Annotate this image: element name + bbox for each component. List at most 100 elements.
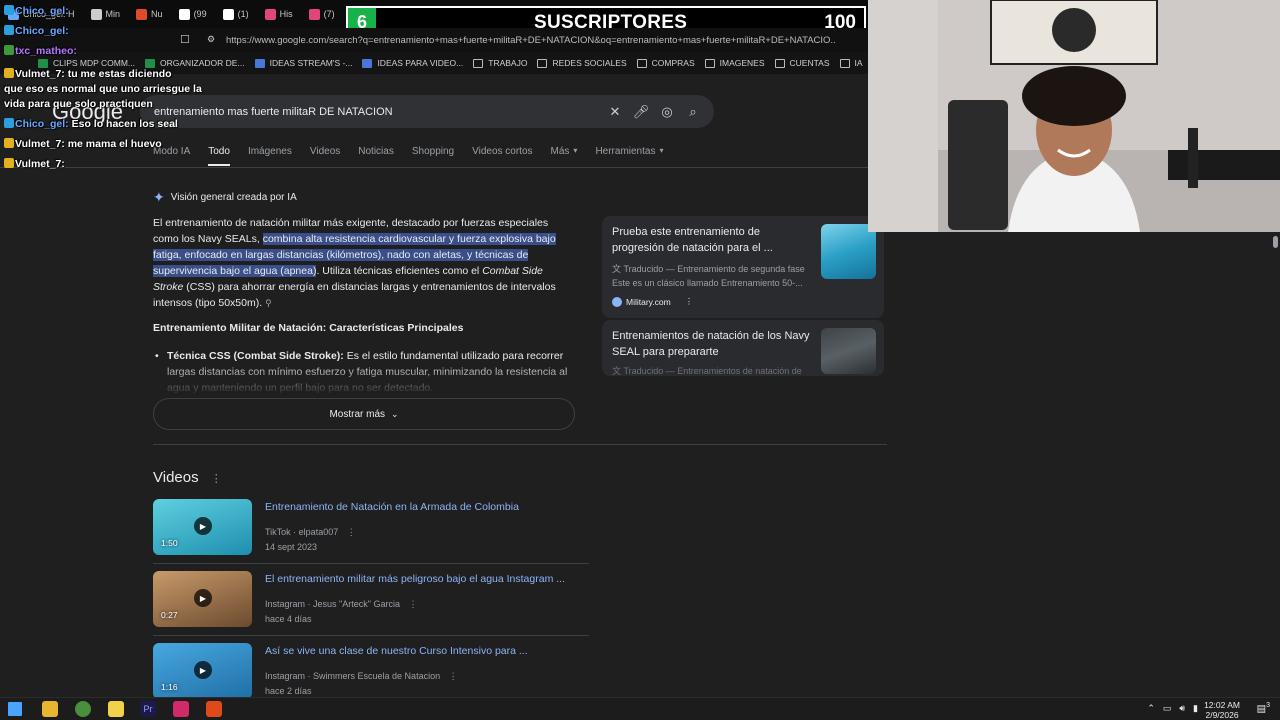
more-options-icon[interactable]: ⋮ (685, 296, 694, 307)
browser-tab[interactable]: (99 (171, 3, 215, 25)
clock[interactable]: 12:02 AM 2/9/2026 (1204, 700, 1240, 720)
ai-overview-header: ✦ Visión general creada por IA (153, 189, 297, 206)
side-card[interactable]: Entrenamientos de natación de los Navy S… (602, 320, 884, 376)
bookmark-item[interactable]: CUENTAS (774, 58, 830, 68)
page-scrollbar[interactable] (1272, 232, 1280, 697)
search-box[interactable]: entrenamiento mas fuerte militaR DE NATA… (140, 95, 714, 128)
play-icon: ▶ (194, 517, 212, 535)
search-tab[interactable]: Herramientas (595, 146, 655, 166)
search-tab[interactable]: Más (551, 146, 570, 166)
video-thumbnail[interactable]: ▶ 0:27 (153, 571, 252, 627)
tab-label: (1) (237, 9, 249, 19)
tab-label: (7) (323, 9, 335, 19)
chat-message: vida para que solo practiquen (4, 97, 153, 111)
folder-icon (473, 58, 484, 68)
search-input[interactable]: entrenamiento mas fuerte militaR DE NATA… (154, 106, 602, 118)
chat-text: tu me estas diciendo (67, 68, 172, 80)
chat-text: que eso es normal que uno arriesgue la (4, 83, 202, 95)
side-card-snippet-text: Traducido — Entrenamientos de natación d… (623, 366, 802, 376)
side-card-title[interactable]: Prueba este entrenamiento de progresión … (612, 224, 812, 256)
video-duration: 1:16 (161, 682, 178, 692)
volume-icon[interactable]: 🔊︎ (1179, 703, 1185, 714)
more-options-icon[interactable]: ⋮ (347, 527, 356, 537)
video-meta: Instagram · Swimmers Escuela de Natacion… (265, 671, 458, 681)
browser-tab[interactable]: (1) (215, 3, 257, 25)
search-tab[interactable]: Videos (310, 146, 340, 166)
link-icon[interactable]: ⚲ (265, 298, 272, 308)
bookmark-item[interactable]: IDEAS PARA VIDEO... (362, 58, 463, 68)
chat-text: me mama el huevo (67, 138, 162, 150)
more-options-icon[interactable]: ⋮ (449, 671, 458, 681)
search-tab[interactable]: Videos cortos (472, 146, 532, 166)
sparkle-icon: ✦ (153, 189, 165, 205)
bookmark-item[interactable]: IDEAS STREAM'S -... (254, 58, 352, 68)
search-tab[interactable]: Todo (208, 146, 230, 166)
bookmark-item[interactable]: REDES SOCIALES (537, 58, 627, 68)
video-date: 14 sept 2023 (265, 542, 318, 552)
side-card-thumbnail (821, 328, 876, 374)
bookmark-item[interactable]: TRABAJO (473, 58, 527, 68)
video-platform: TikTok (265, 527, 291, 537)
browser-tab[interactable]: His (257, 3, 301, 25)
side-card-title[interactable]: Entrenamientos de natación de los Navy S… (612, 328, 812, 360)
search-icon[interactable]: ⌕ (680, 104, 706, 120)
screen: Chico_gel: HMinNu(99(1)His(7)(7)(7)(7)(7… (0, 0, 1280, 720)
browser-tab[interactable]: Nu (128, 3, 171, 25)
microphone-icon[interactable]: 🎤︎ (628, 104, 654, 120)
more-options-icon[interactable]: ⋮ (408, 599, 417, 609)
search-tab[interactable]: Imágenes (248, 146, 292, 166)
file-explorer-icon[interactable] (42, 701, 58, 717)
video-platform: Instagram (265, 671, 306, 681)
video-result[interactable]: ▶ 1:50 Entrenamiento de Natación en la Arm… (153, 499, 589, 569)
windows-start-icon[interactable] (8, 702, 22, 716)
bookmark-label: REDES SOCIALES (552, 58, 627, 68)
notes-icon[interactable] (108, 701, 124, 717)
show-more-button[interactable]: Mostrar más ⌄ (153, 398, 575, 430)
scrollbar-thumb[interactable] (1273, 236, 1278, 248)
brave-browser-icon[interactable] (206, 701, 222, 717)
chrome-icon[interactable] (75, 701, 91, 717)
bookmark-label: COMPRAS (651, 58, 695, 68)
ai-text-part: (CSS) para ahorrar energía en distancias… (153, 281, 556, 309)
browser-tab[interactable]: (7) (301, 3, 343, 25)
section-divider (153, 444, 887, 445)
windows-taskbar: Pr ⌃ ▭ 🔊︎ ▮ 12:02 AM 2/9/2026 ▤3 (0, 697, 1280, 720)
chat-text: vida para que solo practiquen (4, 98, 153, 110)
video-thumbnail[interactable]: ▶ 1:16 (153, 643, 252, 699)
video-title[interactable]: Así se vive una clase de nuestro Curso I… (265, 645, 528, 657)
bookmark-item[interactable]: IMAGENES (704, 58, 765, 68)
browser-tab[interactable]: Min (83, 3, 129, 25)
side-card-source[interactable]: Military.com ⋮ (612, 296, 693, 307)
network-icon[interactable]: ▭ (1163, 703, 1172, 714)
search-tab[interactable]: Noticias (358, 146, 394, 166)
url-text[interactable]: https://www.google.com/search?q=entrenam… (226, 35, 836, 46)
clear-icon[interactable]: ✕ (602, 104, 628, 120)
chevron-down-icon: ▾ (659, 146, 664, 155)
side-card[interactable]: Prueba este entrenamiento de progresión … (602, 216, 884, 318)
tab-favicon-icon (178, 8, 190, 20)
bookmark-star-icon[interactable]: ☐ (180, 33, 190, 46)
video-title[interactable]: El entrenamiento militar más peligroso b… (265, 573, 565, 585)
video-author: elpata007 (298, 527, 339, 537)
bookmark-item[interactable]: IA (839, 58, 863, 68)
ai-overview-paragraph: El entrenamiento de natación militar más… (153, 215, 573, 311)
video-title[interactable]: Entrenamiento de Natación en la Armada d… (265, 501, 519, 513)
premiere-pro-icon[interactable]: Pr (140, 701, 156, 717)
search-tab[interactable]: Shopping (412, 146, 454, 166)
battery-icon[interactable]: ▮ (1193, 703, 1198, 714)
notification-icon[interactable]: ▤3 (1257, 702, 1270, 714)
tiktok-studio-icon[interactable] (173, 701, 189, 717)
address-bar[interactable]: ☐ ⚙ https://www.google.com/search?q=entr… (0, 28, 868, 52)
video-result[interactable]: ▶ 0:27 El entrenamiento militar más peligr… (153, 571, 589, 641)
chat-badge-icon (4, 5, 14, 15)
chevron-up-icon[interactable]: ⌃ (1147, 703, 1155, 714)
bookmark-item[interactable]: COMPRAS (636, 58, 695, 68)
tab-label: Nu (151, 9, 163, 19)
video-thumbnail[interactable]: ▶ 1:50 (153, 499, 252, 555)
more-options-icon[interactable]: ⋮ (211, 473, 222, 485)
video-meta: Instagram · Jesus "Arteck" Garcia ⋮ (265, 599, 418, 609)
folder-icon (839, 58, 850, 68)
site-info-icon[interactable]: ⚙ (207, 34, 215, 45)
camera-search-icon[interactable]: ◎ (654, 104, 680, 120)
bookmark-label: CUENTAS (789, 58, 830, 68)
